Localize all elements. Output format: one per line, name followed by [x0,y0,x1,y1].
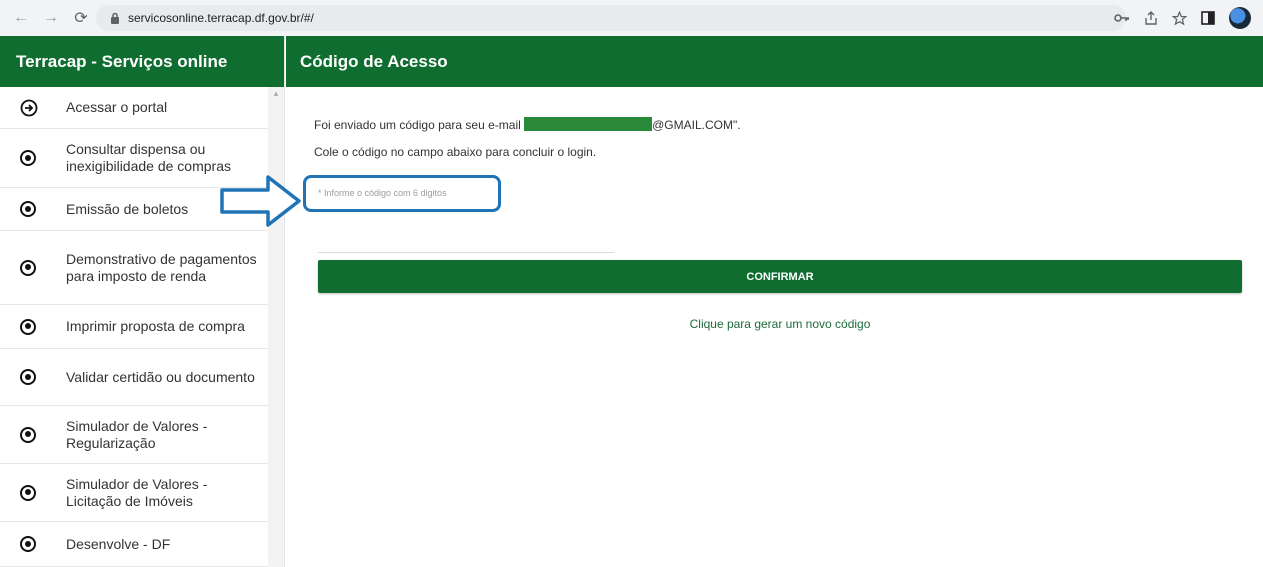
sidebar-item-label: Desenvolve - DF [66,535,171,552]
email-sent-message: Foi enviado um código para seu e-mail @G… [314,117,741,132]
redacted-email [524,117,653,131]
key-icon[interactable] [1114,13,1130,23]
sidebar-item-label: Simulador de Valores - Licitação de Imóv… [66,475,208,509]
star-icon[interactable] [1172,10,1187,26]
browser-toolbar: ← → ⟳ servicosonline.terracap.df.gov.br/… [0,0,1263,36]
message-prefix: Foi enviado um código para seu e-mail [314,118,521,132]
url-text: servicosonline.terracap.df.gov.br/#/ [128,11,314,25]
radio-dot-icon [20,536,36,552]
sidebar-item-label: Imprimir proposta de compra [66,318,245,334]
code-input[interactable] [318,229,614,253]
highlight-box [303,175,501,212]
message-suffix: @GMAIL.COM". [652,118,741,132]
sidebar-item-demonstrativo[interactable]: Demonstrativo de pagamentos para imposto… [0,231,268,305]
profile-avatar[interactable] [1229,7,1251,29]
lock-icon [111,12,119,24]
radio-dot-icon [20,150,36,166]
radio-dot-icon [20,426,36,443]
sidebar-item-simulador-licitacao[interactable]: Simulador de Valores - Licitação de Imóv… [0,464,268,522]
sidebar-item-label: Acessar o portal [66,99,168,115]
back-button[interactable]: ← [10,7,32,29]
sidebar-item-label: Validar certidão ou documento [66,368,255,385]
sidepanel-icon[interactable] [1201,11,1215,25]
sidebar-item-acessar-portal[interactable]: Acessar o portal [0,87,268,129]
instruction-text: Cole o código no campo abaixo para concl… [314,145,597,159]
sidebar-item-validar-certidao[interactable]: Validar certidão ou documento [0,349,268,406]
radio-dot-icon [20,318,36,335]
sidebar-item-label: Emissão de boletos [66,200,189,217]
share-icon[interactable] [1144,11,1158,25]
scroll-up-icon[interactable]: ▲ [272,89,280,98]
confirm-button[interactable]: CONFIRMAR [318,260,1242,293]
login-icon [20,99,38,116]
sidebar-item-label: Simulador de Valores - Regularização [66,417,208,451]
radio-dot-icon [20,201,36,217]
sidebar-item-label: Consultar dispensa ou inexigibilidade de… [66,141,231,174]
sidebar-title: Terracap - Serviços online [0,36,284,87]
sidebar-item-imprimir-proposta[interactable]: Imprimir proposta de compra [0,305,268,349]
reload-button[interactable]: ⟳ [70,7,92,29]
address-bar[interactable]: servicosonline.terracap.df.gov.br/#/ [96,5,1126,31]
new-code-link[interactable]: Clique para gerar um novo código [318,317,1242,331]
sidebar-scrollbar[interactable]: ▲ [268,87,284,567]
page-title: Código de Acesso [286,36,1263,87]
sidebar-item-desenvolve-df[interactable]: Desenvolve - DF [0,522,268,567]
sidebar-menu: Acessar o portal Consultar dispensa ou i… [0,87,268,567]
radio-dot-icon [20,484,36,501]
sidebar: Terracap - Serviços online Acessar o por… [0,36,285,567]
main-content: Foi enviado um código para seu e-mail @G… [220,87,1263,567]
pointer-arrow-icon [220,175,301,227]
radio-dot-icon [20,369,36,385]
sidebar-item-label: Demonstrativo de pagamentos para imposto… [66,250,257,284]
radio-dot-icon [20,259,36,276]
sidebar-item-simulador-regularizacao[interactable]: Simulador de Valores - Regularização [0,406,268,464]
forward-button[interactable]: → [40,7,62,29]
